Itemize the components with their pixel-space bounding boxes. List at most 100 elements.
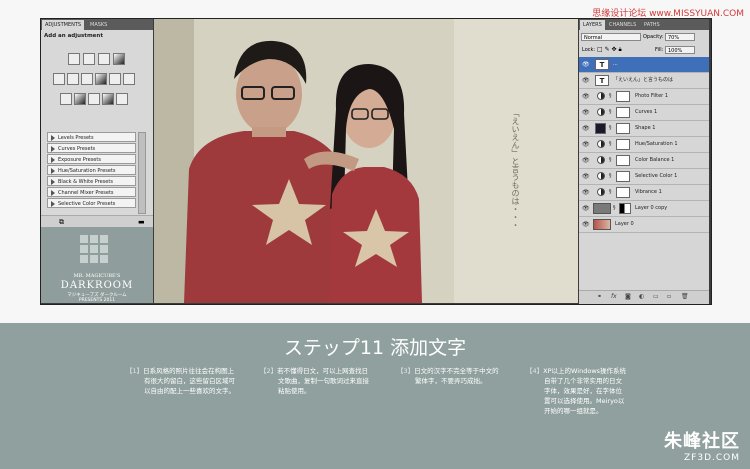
selective-color-icon[interactable]	[116, 93, 128, 105]
eye-icon[interactable]: 👁︎	[582, 205, 590, 212]
layer-row[interactable]: 👁︎ § Photo Filter 1	[579, 89, 709, 105]
cube-logo-icon	[80, 235, 110, 265]
link-icon: §	[609, 157, 612, 163]
photo-canvas[interactable]: 「えいえん」と言うものは・・・	[154, 19, 578, 303]
eye-icon[interactable]: 👁︎	[582, 157, 590, 164]
brand-logo[interactable]: 朱峰社区 ZF3D.COM	[664, 427, 740, 463]
curves-icon[interactable]	[98, 53, 110, 65]
tip-column-1: 【1】日系风格的照片往往会在构图上 有很大的留白，这些留白区域可 以自由的配上一…	[126, 366, 251, 396]
brand-url: ZF3D.COM	[684, 453, 740, 463]
darkroom-line2: DARKROOM	[60, 280, 134, 291]
channel-mixer-icon[interactable]	[123, 73, 135, 85]
layer-mask-thumbnail[interactable]	[616, 91, 630, 102]
link-icon: §	[609, 109, 612, 115]
tip-line: 有很大的留白，这些留白区域可	[144, 377, 235, 385]
vibrance-icon[interactable]	[53, 73, 65, 85]
clip-icon[interactable]: ⧉	[59, 218, 64, 227]
tip-column-2: 【2】若不懂得日文，可以上网查找日 文歌曲，复制一句歌词过来直接 粘贴使用。	[260, 366, 390, 396]
link-icon: §	[609, 125, 612, 131]
eye-icon[interactable]: 👁︎	[582, 173, 590, 180]
presets-scrollbar[interactable]	[138, 132, 146, 214]
layer-thumbnail	[593, 219, 611, 230]
invert-icon[interactable]	[60, 93, 72, 105]
preset-exposure[interactable]: Exposure Presets	[47, 154, 136, 164]
hue-saturation-icon[interactable]	[67, 73, 79, 85]
link-icon: §	[609, 141, 612, 147]
fx-icon[interactable]: fx	[611, 293, 617, 300]
layer-mask-thumbnail[interactable]	[616, 139, 630, 150]
link-layers-icon[interactable]: ⚭	[597, 293, 602, 300]
layer-thumbnail	[593, 203, 611, 214]
layer-name: ...	[613, 61, 618, 67]
tutorial-section: ステップ11 添加文字 【1】日系风格的照片往往会在构图上 有很大的留白，这些留…	[0, 323, 750, 469]
layer-row[interactable]: 👁︎ § Color Balance 1	[579, 153, 709, 169]
layer-row[interactable]: 👁︎ § Vibrance 1	[579, 185, 709, 201]
eye-icon[interactable]: 👁︎	[582, 109, 590, 116]
new-group-icon[interactable]: ▭	[653, 293, 659, 300]
color-balance-icon[interactable]	[81, 73, 93, 85]
eye-icon[interactable]: 👁︎	[582, 93, 590, 100]
layer-row[interactable]: 👁︎ § Selective Color 1	[579, 169, 709, 185]
layer-row[interactable]: 👁︎ Layer 0	[579, 217, 709, 233]
tab-channels[interactable]: CHANNELS	[606, 20, 639, 30]
tip-line: 置可以选择使用。Meiryo以	[544, 397, 625, 405]
layer-mask-thumbnail[interactable]	[616, 155, 630, 166]
black-white-icon[interactable]	[95, 73, 107, 85]
layer-mask-thumbnail[interactable]	[619, 203, 631, 214]
opacity-label: Opacity:	[643, 34, 664, 40]
layer-row[interactable]: 👁︎ § Curves 1	[579, 105, 709, 121]
preset-levels[interactable]: Levels Presets	[47, 132, 136, 142]
add-mask-icon[interactable]: ◙	[625, 293, 631, 300]
tip-line: 繁体字，不要弄巧成拙。	[415, 377, 487, 385]
eye-icon[interactable]: 👁︎	[582, 189, 590, 196]
new-layer-icon[interactable]: ▫	[667, 293, 671, 300]
tip-number: 【2】	[260, 367, 278, 375]
new-adjustment-icon[interactable]: ◐	[639, 293, 644, 300]
tab-adjustments[interactable]: ADJUSTMENTS	[42, 20, 85, 30]
eye-icon[interactable]: 👁︎	[582, 77, 590, 84]
eye-icon[interactable]: 👁︎	[582, 61, 590, 68]
layer-row[interactable]: 👁︎ T 「えいえん」と言うものは	[579, 73, 709, 89]
text-layer-icon: T	[595, 75, 609, 86]
tab-paths[interactable]: PATHS	[641, 20, 663, 30]
preset-curves[interactable]: Curves Presets	[47, 143, 136, 153]
tab-layers[interactable]: LAYERS	[580, 20, 605, 30]
eye-icon[interactable]: 👁︎	[582, 141, 590, 148]
panel-options-icon[interactable]: ▬	[138, 218, 145, 226]
levels-icon[interactable]	[83, 53, 95, 65]
layer-mask-thumbnail[interactable]	[616, 187, 630, 198]
gradient-map-icon[interactable]	[102, 93, 114, 105]
adjustments-heading: Add an adjustment	[44, 33, 103, 39]
photo-filter-icon[interactable]	[109, 73, 121, 85]
layer-name: Layer 0 copy	[635, 205, 668, 211]
layer-list: 👁︎ T ... 👁︎ T 「えいえん」と言うものは 👁︎ § Photo Fi…	[579, 57, 709, 233]
tip-number: 【4】	[526, 367, 544, 375]
lock-icons[interactable]: □ ✎ ✥ 🔒︎	[597, 46, 622, 54]
tab-masks[interactable]: MASKS	[87, 20, 110, 30]
eye-icon[interactable]: 👁︎	[582, 125, 590, 132]
trash-icon[interactable]: 🗑︎	[681, 293, 689, 300]
layer-mask-thumbnail[interactable]	[616, 171, 630, 182]
preset-black-white[interactable]: Black & White Presets	[47, 176, 136, 186]
preset-channel-mixer[interactable]: Channel Mixer Presets	[47, 187, 136, 197]
brightness-icon[interactable]	[68, 53, 80, 65]
preset-selective-color[interactable]: Selective Color Presets	[47, 198, 136, 208]
layer-name: Vibrance 1	[635, 189, 662, 195]
preset-hue-saturation[interactable]: Hue/Saturation Presets	[47, 165, 136, 175]
posterize-icon[interactable]	[74, 93, 86, 105]
layer-row[interactable]: 👁︎ T ...	[579, 57, 709, 73]
link-icon: §	[609, 173, 612, 179]
layer-mask-thumbnail[interactable]	[616, 107, 630, 118]
layer-name: Layer 0	[615, 221, 634, 227]
eye-icon[interactable]: 👁︎	[582, 221, 590, 228]
exposure-icon[interactable]	[113, 53, 125, 65]
fill-input[interactable]: 100%	[665, 46, 695, 54]
opacity-input[interactable]: 70%	[665, 33, 695, 41]
layer-row[interactable]: 👁︎ § Layer 0 copy	[579, 201, 709, 217]
layer-row[interactable]: 👁︎ § Hue/Saturation 1	[579, 137, 709, 153]
layer-row[interactable]: 👁︎ § Shape 1	[579, 121, 709, 137]
threshold-icon[interactable]	[88, 93, 100, 105]
tip-number: 【1】	[126, 367, 144, 375]
blend-mode-select[interactable]: Normal	[581, 33, 641, 41]
vector-mask-thumbnail[interactable]	[616, 123, 630, 134]
